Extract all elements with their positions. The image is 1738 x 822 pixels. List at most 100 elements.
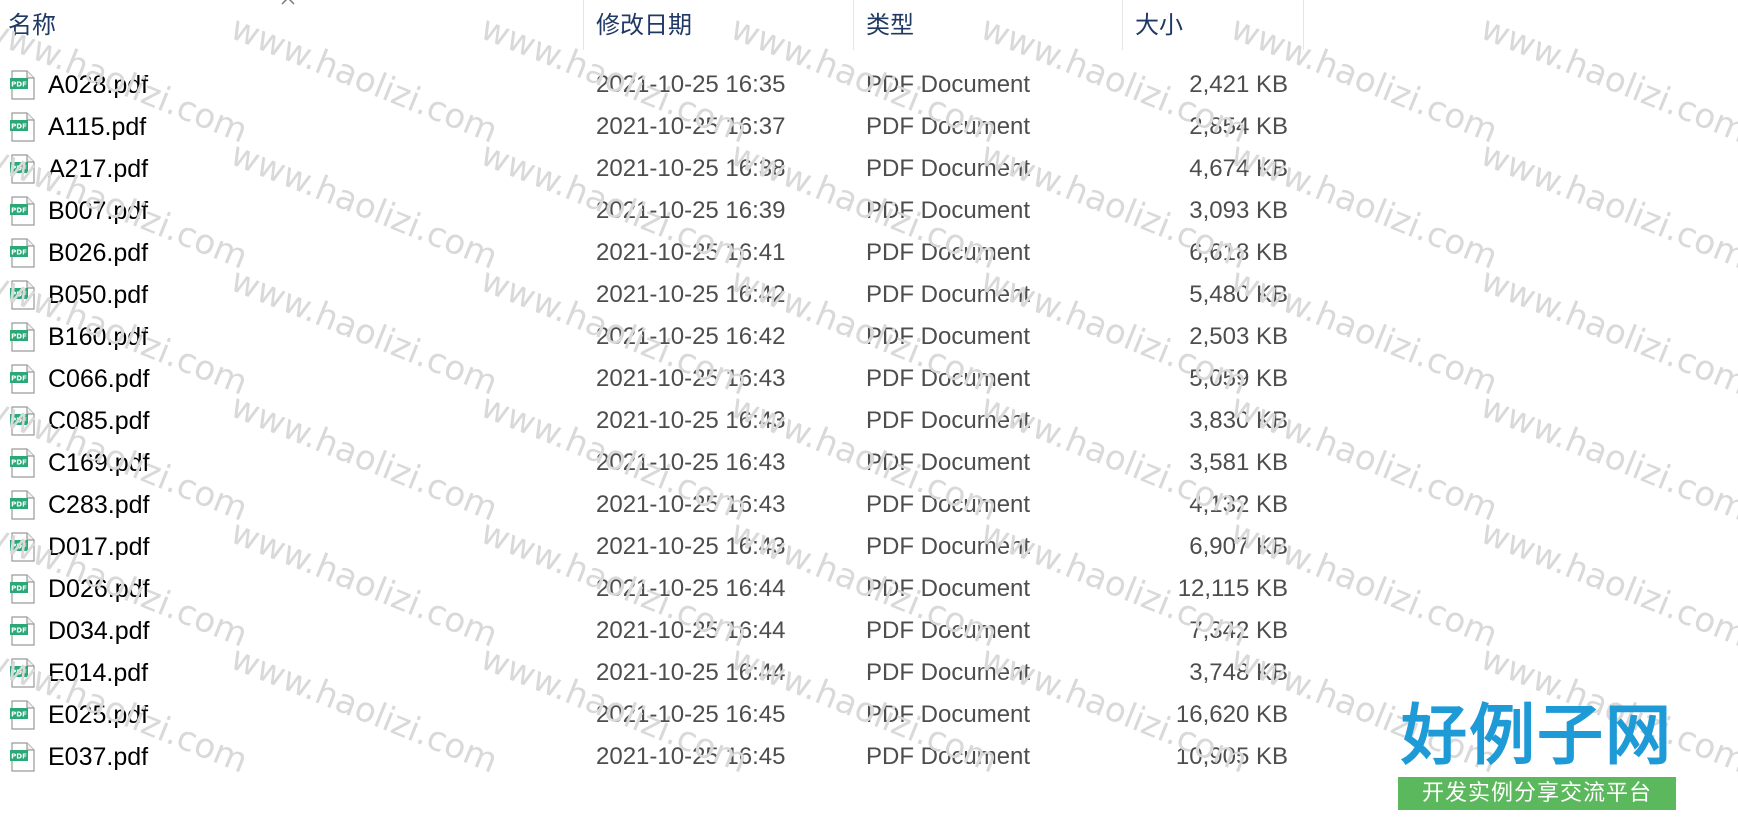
pdf-file-icon: PDF [10,280,35,310]
file-name: A115.pdf [48,113,147,141]
svg-text:PDF: PDF [11,249,27,257]
file-row[interactable]: PDF E025.pdf 2021-10-25 16:45 PDF Document 1… [0,694,1320,736]
file-row[interactable]: PDF B026.pdf 2021-10-25 16:41 PDF Document 6… [0,232,1320,274]
file-row[interactable]: PDF C066.pdf 2021-10-25 16:43 PDF Document 5… [0,358,1320,400]
file-type: PDF Document [866,743,1031,770]
file-row[interactable]: PDF A115.pdf 2021-10-25 16:37 PDF Document 2… [0,106,1320,148]
svg-text:PDF: PDF [11,543,27,551]
watermark-text: www.haolizi.com [1475,260,1738,403]
site-logo: 好例子网 开发实例分享交流平台 [1392,697,1682,812]
file-size: 7,342 KB [1189,617,1288,644]
column-divider[interactable] [583,0,584,50]
file-row[interactable]: PDF C085.pdf 2021-10-25 16:43 PDF Document 3… [0,400,1320,442]
svg-text:PDF: PDF [11,501,27,509]
file-name: C169.pdf [48,449,150,477]
column-header-name[interactable]: 名称 [8,0,56,50]
column-divider[interactable] [1122,0,1123,50]
file-modified: 2021-10-25 16:38 [596,155,786,182]
file-name: D017.pdf [48,533,150,561]
file-name: B026.pdf [48,239,149,267]
svg-text:PDF: PDF [11,459,27,467]
chevron-up-icon[interactable] [280,0,296,6]
file-row[interactable]: PDF B160.pdf 2021-10-25 16:42 PDF Document 2… [0,316,1320,358]
file-modified: 2021-10-25 16:43 [596,365,786,392]
file-name: B050.pdf [48,281,149,309]
file-modified: 2021-10-25 16:44 [596,575,786,602]
column-header-size[interactable]: 大小 [1135,0,1183,50]
file-modified: 2021-10-25 16:42 [596,323,786,350]
svg-text:PDF: PDF [11,123,27,131]
file-row[interactable]: PDF D017.pdf 2021-10-25 16:43 PDF Document 6… [0,526,1320,568]
pdf-file-icon: PDF [10,448,35,478]
file-name: D034.pdf [48,617,150,645]
file-modified: 2021-10-25 16:43 [596,407,786,434]
svg-text:PDF: PDF [11,669,27,677]
file-size: 2,503 KB [1189,323,1288,350]
pdf-file-icon: PDF [10,574,35,604]
pdf-file-icon: PDF [10,406,35,436]
file-modified: 2021-10-25 16:37 [596,113,786,140]
watermark-text: www.haolizi.com [1475,134,1738,277]
column-divider[interactable] [1303,0,1304,50]
file-size: 3,581 KB [1189,449,1288,476]
file-type: PDF Document [866,281,1031,308]
file-name: B160.pdf [48,323,149,351]
file-row[interactable]: PDF A028.pdf 2021-10-25 16:35 PDF Document 2… [0,64,1320,106]
file-modified: 2021-10-25 16:45 [596,743,786,770]
file-type: PDF Document [866,71,1031,98]
pdf-file-icon: PDF [10,616,35,646]
file-size: 2,854 KB [1189,113,1288,140]
file-row[interactable]: PDF E014.pdf 2021-10-25 16:44 PDF Document 3… [0,652,1320,694]
file-size: 3,093 KB [1189,197,1288,224]
file-row[interactable]: PDF E037.pdf 2021-10-25 16:45 PDF Document 1… [0,736,1320,778]
svg-text:PDF: PDF [11,753,27,761]
file-row[interactable]: PDF A217.pdf 2021-10-25 16:38 PDF Document 4… [0,148,1320,190]
column-header-bar: 名称 修改日期 类型 大小 [0,0,1738,50]
svg-text:PDF: PDF [11,333,27,341]
file-row[interactable]: PDF D026.pdf 2021-10-25 16:44 PDF Document 1… [0,568,1320,610]
pdf-file-icon: PDF [10,490,35,520]
file-row[interactable]: PDF C283.pdf 2021-10-25 16:43 PDF Document 4… [0,484,1320,526]
pdf-file-icon: PDF [10,742,35,772]
file-modified: 2021-10-25 16:39 [596,197,786,224]
file-size: 2,421 KB [1189,71,1288,98]
file-size: 6,907 KB [1189,533,1288,560]
svg-text:PDF: PDF [11,417,27,425]
logo-subtitle: 开发实例分享交流平台 [1398,777,1676,810]
file-size: 5,480 KB [1189,281,1288,308]
pdf-file-icon: PDF [10,532,35,562]
file-type: PDF Document [866,449,1031,476]
file-name: E037.pdf [48,743,149,771]
file-size: 6,618 KB [1189,239,1288,266]
file-type: PDF Document [866,617,1031,644]
svg-text:PDF: PDF [11,207,27,215]
pdf-file-icon: PDF [10,658,35,688]
column-header-modified[interactable]: 修改日期 [596,0,692,50]
watermark-text: www.haolizi.com [1475,386,1738,529]
file-row[interactable]: PDF B050.pdf 2021-10-25 16:42 PDF Document 5… [0,274,1320,316]
svg-text:PDF: PDF [11,627,27,635]
file-modified: 2021-10-25 16:42 [596,281,786,308]
file-row[interactable]: PDF C169.pdf 2021-10-25 16:43 PDF Document 3… [0,442,1320,484]
pdf-file-icon: PDF [10,154,35,184]
svg-text:PDF: PDF [11,165,27,173]
file-type: PDF Document [866,365,1031,392]
file-size: 4,132 KB [1189,491,1288,518]
column-header-type[interactable]: 类型 [866,0,914,50]
file-name: E014.pdf [48,659,149,687]
file-type: PDF Document [866,659,1031,686]
watermark-text: www.haolizi.com [1475,512,1738,655]
file-modified: 2021-10-25 16:43 [596,491,786,518]
column-divider[interactable] [853,0,854,50]
file-row[interactable]: PDF B007.pdf 2021-10-25 16:39 PDF Document 3… [0,190,1320,232]
file-name: A028.pdf [48,71,149,99]
pdf-file-icon: PDF [10,364,35,394]
pdf-file-icon: PDF [10,196,35,226]
svg-text:PDF: PDF [11,585,27,593]
file-size: 12,115 KB [1177,575,1288,602]
file-row[interactable]: PDF D034.pdf 2021-10-25 16:44 PDF Document 7… [0,610,1320,652]
file-type: PDF Document [866,323,1031,350]
file-name: A217.pdf [48,155,149,183]
file-name: B007.pdf [48,197,149,225]
file-modified: 2021-10-25 16:45 [596,701,786,728]
